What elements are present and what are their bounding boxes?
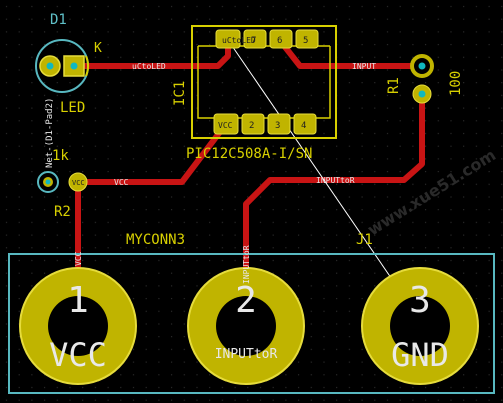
r2-reference: R2 — [54, 204, 71, 220]
r1-value: 100 — [448, 71, 464, 96]
d1-cathode-label: K — [94, 41, 102, 56]
d1-pad-2-drill — [46, 62, 54, 70]
ic1-pad-5-num: 5 — [303, 36, 308, 46]
net-label-vcc-vertical: VCC — [74, 251, 83, 266]
r1-pad-2-drill — [418, 90, 426, 98]
net-label-vcc: VCC — [114, 178, 129, 187]
ic1-reference: IC1 — [172, 81, 188, 106]
r2-pad-1-drill — [45, 179, 51, 185]
j1-value: MYCONN3 — [126, 232, 185, 248]
net-d1-pad2-label: Net-(D1-Pad2) — [45, 98, 55, 168]
j1-pad-3-number: 3 — [409, 280, 431, 321]
d1-pad-1-drill — [70, 62, 78, 70]
r1-pad-1-drill — [418, 62, 426, 70]
net-label-inputtor: INPUTtoR — [316, 176, 355, 185]
r2-pad-2-net: VCC — [72, 179, 85, 187]
j1-pad-1-net: VCC — [49, 336, 107, 374]
ic1-pad-2-num: 2 — [249, 121, 254, 131]
net-label-input: INPUT — [352, 62, 376, 71]
d1-value: LED — [60, 100, 85, 116]
d1-reference: D1 — [50, 12, 67, 28]
net-label-uctoled: uCtoLED — [132, 62, 166, 71]
ic1-value: PIC12C508A-I/SN — [186, 146, 312, 162]
ic1-pad-3-num: 3 — [275, 121, 280, 131]
ic1-pad-6-num: 6 — [277, 36, 282, 46]
j1-pad-2-number: 2 — [235, 280, 257, 321]
j1-pad-2-net: INPUTtoR — [215, 347, 278, 362]
ic1-pad-1-net: VCC — [218, 121, 233, 130]
j1-pad-1-number: 1 — [67, 280, 89, 321]
r1-reference: R1 — [386, 77, 402, 94]
pcb-board[interactable]: D1 K LED uCtoLED 7 6 5 VCC 2 3 4 IC1 PIC… — [0, 0, 503, 403]
ic1-pad-7-num: 7 — [251, 36, 256, 46]
ic1-pad-4-num: 4 — [301, 121, 306, 131]
pcb-canvas[interactable]: D1 K LED uCtoLED 7 6 5 VCC 2 3 4 IC1 PIC… — [0, 0, 503, 403]
j1-pad-3-net: GND — [391, 336, 449, 374]
net-label-inputtor-vertical: INPUTtoR — [242, 245, 251, 284]
